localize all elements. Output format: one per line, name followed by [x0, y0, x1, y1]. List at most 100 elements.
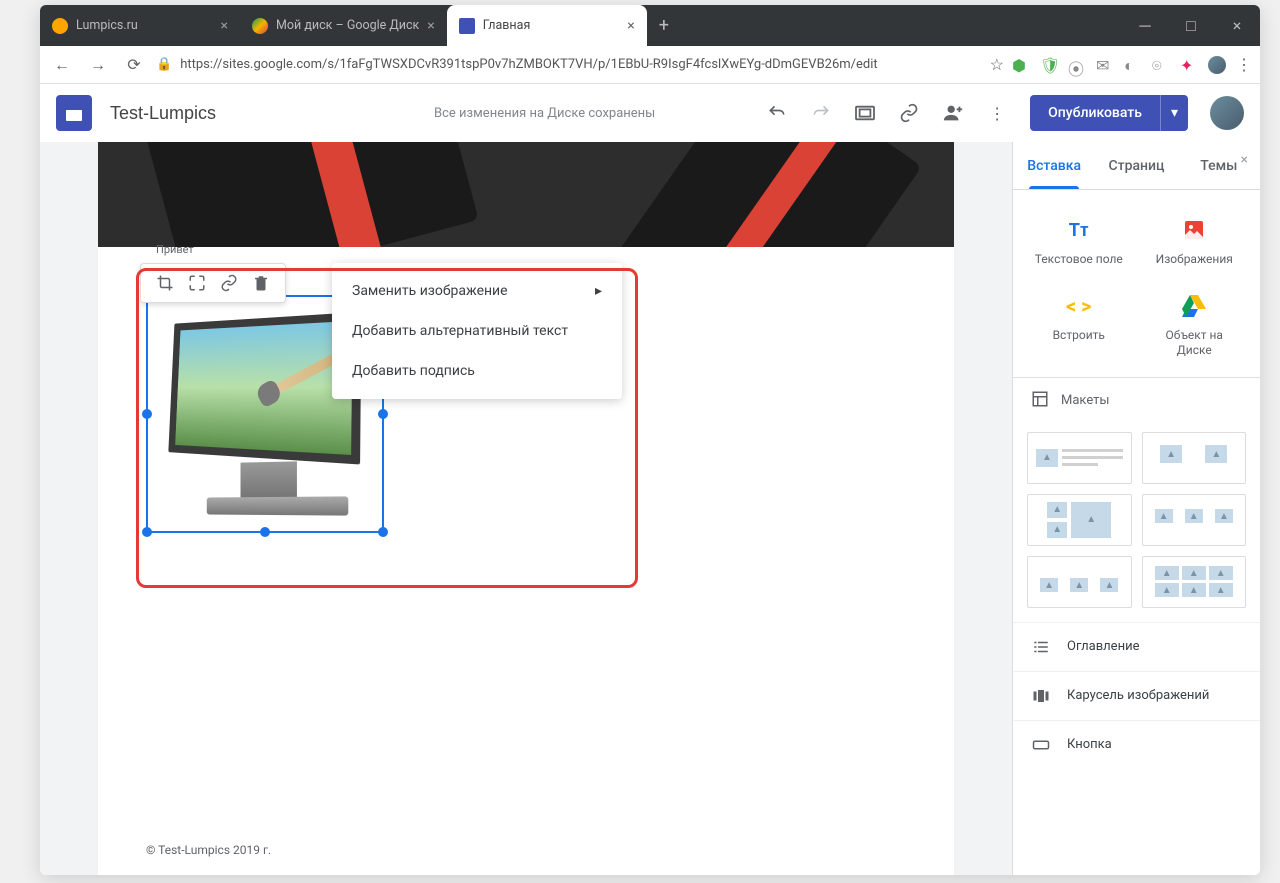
hero-banner[interactable] [98, 142, 954, 247]
extension-icon[interactable]: ✦ [1180, 56, 1198, 74]
sidebar-item-button[interactable]: Кнопка [1013, 720, 1260, 769]
extension-icon[interactable]: ✉ [1096, 56, 1114, 74]
canvas[interactable]: Привет Заменить изображение ▸ [40, 142, 1012, 875]
close-button[interactable]: × [1214, 5, 1260, 46]
image-toolbar [140, 263, 286, 303]
button-icon [1031, 735, 1051, 755]
page-content: Привет Заменить изображение ▸ [98, 247, 954, 557]
uncrop-button[interactable] [181, 267, 213, 299]
tab-title: Мой диск – Google Диск [276, 18, 419, 33]
menu-label: Добавить альтернативный текст [352, 323, 568, 339]
link-button[interactable] [213, 267, 245, 299]
menu-item-replace[interactable]: Заменить изображение ▸ [332, 271, 622, 311]
url-text: https://sites.google.com/s/1faFgTWSXDCvR… [180, 57, 878, 72]
extension-icon[interactable]: ⦿ [1068, 56, 1086, 74]
insert-images[interactable]: Изображения [1141, 208, 1249, 276]
extension-icon[interactable]: ⌾ [1152, 56, 1170, 74]
sidebar-item-toc[interactable]: Оглавление [1013, 622, 1260, 671]
embed-icon: < > [1065, 292, 1093, 320]
resize-handle[interactable] [378, 527, 388, 537]
extension-icon[interactable]: ⬢ [1012, 56, 1030, 74]
maximize-button[interactable]: □ [1168, 5, 1214, 46]
close-icon[interactable]: × [427, 18, 434, 34]
link-button[interactable] [898, 102, 920, 124]
layout-option[interactable]: ▲▲▲▲▲▲ [1142, 556, 1247, 608]
browser-tab-main[interactable]: Главная × [447, 5, 647, 46]
star-icon[interactable]: ☆ [990, 55, 1004, 74]
layout-option[interactable]: ▲ [1027, 432, 1132, 484]
more-button[interactable]: ⋮ [986, 102, 1008, 124]
browser-window: Lumpics.ru × Мой диск – Google Диск × Гл… [40, 5, 1260, 875]
address-bar: ← → ⟳ 🔒 https://sites.google.com/s/1faFg… [40, 46, 1260, 84]
insert-embed[interactable]: < > Встроить [1025, 284, 1133, 367]
close-icon[interactable]: × [627, 18, 634, 34]
share-button[interactable] [942, 102, 964, 124]
publish-button[interactable]: Опубликовать ▾ [1030, 95, 1188, 131]
block-hint-label: Привет [156, 243, 194, 256]
sidebar-item-label: Оглавление [1067, 639, 1139, 654]
layouts-header[interactable]: Макеты × [1013, 378, 1260, 424]
crop-button[interactable] [149, 267, 181, 299]
back-button[interactable]: ← [48, 51, 76, 79]
url-input[interactable]: 🔒 https://sites.google.com/s/1faFgTWSXDC… [156, 57, 982, 72]
menu-item-alt-text[interactable]: Добавить альтернативный текст [332, 311, 622, 351]
close-icon[interactable]: × [1241, 152, 1248, 168]
workspace: Привет Заменить изображение ▸ [40, 142, 1260, 875]
layout-option[interactable]: ▲▲▲ [1142, 494, 1247, 546]
layouts-label: Макеты [1061, 393, 1110, 408]
resize-handle[interactable] [378, 409, 388, 419]
layout-option[interactable]: ▲▲▲ [1027, 494, 1132, 546]
page: Привет Заменить изображение ▸ [98, 142, 954, 875]
footer-copyright: © Test-Lumpics 2019 г. [146, 843, 271, 857]
sites-logo-icon[interactable] [56, 95, 92, 131]
menu-label: Добавить подпись [352, 363, 475, 379]
layouts-section: Макеты × ▲ ▲▲ ▲▲▲ ▲▲▲ ▲▲▲ ▲▲▲▲▲▲ [1013, 377, 1260, 622]
tab-title: Главная [483, 18, 531, 33]
menu-item-caption[interactable]: Добавить подпись [332, 351, 622, 391]
extension-icon[interactable]: ◐ [1124, 56, 1142, 74]
site-title[interactable]: Test-Lumpics [110, 103, 216, 124]
menu-icon[interactable]: ⋮ [1236, 55, 1252, 74]
delete-button[interactable] [245, 267, 277, 299]
tab-insert[interactable]: Вставка [1013, 142, 1095, 189]
resize-handle[interactable] [142, 409, 152, 419]
header-tools: ⋮ Опубликовать ▾ [766, 95, 1244, 131]
forward-button[interactable]: → [84, 51, 112, 79]
favicon-icon [252, 18, 268, 34]
browser-tab-bar: Lumpics.ru × Мой диск – Google Диск × Гл… [40, 5, 1260, 46]
minimize-button[interactable]: ─ [1122, 5, 1168, 46]
tab-pages[interactable]: Страниц [1095, 142, 1177, 189]
app-header: Test-Lumpics Все изменения на Диске сохр… [40, 84, 1260, 142]
insert-text-box[interactable]: Tᴛ Текстовое поле [1025, 208, 1133, 276]
sidebar-tabs: Вставка Страниц Темы [1013, 142, 1260, 190]
browser-tab-lumpics[interactable]: Lumpics.ru × [40, 5, 240, 46]
insert-drive[interactable]: Объект на Диске [1141, 284, 1249, 367]
browser-tab-drive[interactable]: Мой диск – Google Диск × [240, 5, 447, 46]
layout-option[interactable]: ▲▲▲ [1027, 556, 1132, 608]
preview-button[interactable] [854, 102, 876, 124]
undo-button[interactable] [766, 102, 788, 124]
images-icon [1180, 216, 1208, 244]
profile-avatar-icon[interactable] [1208, 56, 1226, 74]
chevron-right-icon: ▸ [595, 283, 602, 299]
layouts-grid: ▲ ▲▲ ▲▲▲ ▲▲▲ ▲▲▲ ▲▲▲▲▲▲ [1013, 424, 1260, 622]
lock-icon: 🔒 [156, 57, 172, 72]
sidebar-item-carousel[interactable]: Карусель изображений [1013, 671, 1260, 720]
tab-title: Lumpics.ru [76, 18, 138, 33]
resize-handle[interactable] [260, 527, 270, 537]
resize-handle[interactable] [142, 527, 152, 537]
reload-button[interactable]: ⟳ [120, 51, 148, 79]
favicon-icon [459, 18, 475, 34]
redo-button[interactable] [810, 102, 832, 124]
insert-label: Изображения [1156, 252, 1233, 268]
image-block[interactable]: Привет Заменить изображение ▸ [146, 295, 391, 533]
new-tab-button[interactable]: + [647, 5, 681, 46]
extension-icon[interactable]: 🛡 [1040, 56, 1058, 74]
insert-grid: Tᴛ Текстовое поле Изображения < > Встрои… [1013, 190, 1260, 377]
sidebar-item-label: Карусель изображений [1067, 688, 1209, 703]
account-avatar[interactable] [1210, 96, 1244, 130]
sidebar-item-label: Кнопка [1067, 737, 1112, 752]
close-icon[interactable]: × [221, 18, 228, 34]
chevron-down-icon[interactable]: ▾ [1160, 95, 1188, 131]
layout-option[interactable]: ▲▲ [1142, 432, 1247, 484]
